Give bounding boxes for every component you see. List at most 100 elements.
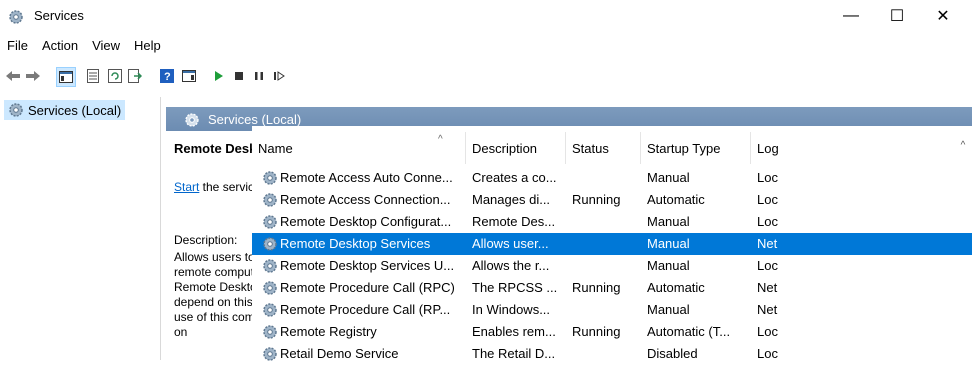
table-row[interactable]: Remote Desktop Services Allows user... Man… (252, 233, 972, 255)
column-header-status[interactable]: Status (566, 132, 641, 164)
services-gear-icon (9, 103, 23, 117)
table-row[interactable]: Retail Demo Service The Retail D... Disabl… (252, 343, 972, 365)
cell-startup-type: Manual (647, 302, 690, 317)
cell-description: In Windows... (472, 302, 551, 317)
stop-service-icon[interactable] (230, 67, 248, 85)
service-gear-icon (262, 192, 278, 211)
menu-view[interactable]: View (85, 38, 127, 53)
cell-name: Remote Desktop Configurat... (280, 214, 452, 229)
pane-title: Services (Local) (208, 112, 302, 127)
table-row[interactable]: Remote Desktop Configurat... Remote Des..… (252, 211, 972, 233)
column-header-startup-type[interactable]: Startup Type (641, 132, 751, 164)
svg-text:?: ? (164, 71, 171, 83)
cell-log-on-as: Loc (757, 214, 778, 229)
table-row[interactable]: Remote Registry Enables rem... Running Auto… (252, 321, 972, 343)
cell-log-on-as: Loc (757, 258, 778, 273)
back-arrow-icon[interactable] (4, 67, 22, 85)
cell-name: Remote Desktop Services (280, 236, 431, 251)
service-gear-icon (262, 214, 278, 233)
cell-name: Remote Access Connection... (280, 192, 451, 207)
help-icon[interactable]: ? (158, 67, 176, 85)
cell-name: Remote Access Auto Conne... (280, 170, 453, 185)
cell-description: Allows user... (472, 236, 549, 251)
restart-service-icon[interactable] (270, 67, 288, 85)
show-hide-console-tree-icon[interactable] (56, 67, 76, 87)
description-label: Description: (174, 233, 238, 247)
column-header-startup-type-label: Startup Type (647, 140, 721, 156)
column-header-description-label: Description (472, 140, 538, 156)
cell-log-on-as: Loc (757, 170, 778, 185)
column-header-status-label: Status (572, 140, 609, 156)
export-list-icon[interactable] (126, 67, 144, 85)
tree-item-label: Services (Local) (28, 102, 122, 118)
cell-description: Enables rem... (472, 324, 556, 339)
services-gear-icon (185, 113, 199, 127)
show-hide-action-pane-icon[interactable] (180, 67, 198, 85)
refresh-icon[interactable] (106, 67, 124, 85)
menu-file[interactable]: File (0, 38, 35, 53)
table-row[interactable]: Remote Procedure Call (RPC) The RPCSS ...… (252, 277, 972, 299)
service-gear-icon (262, 170, 278, 189)
table-row[interactable]: Remote Access Auto Conne... Creates a co.… (252, 167, 972, 189)
cell-startup-type: Manual (647, 258, 690, 273)
services-gear-icon (9, 10, 23, 24)
toolbar: ? (0, 66, 972, 88)
column-header-name[interactable]: Name ^ (252, 132, 466, 164)
cell-startup-type: Manual (647, 214, 690, 229)
cell-status: Running (572, 324, 621, 339)
title-bar: Services — ☐ ✕ (0, 0, 972, 32)
service-gear-icon (262, 236, 278, 255)
cell-name: Remote Procedure Call (RP... (280, 302, 451, 317)
cell-log-on-as: Net (757, 302, 778, 317)
service-gear-icon (262, 346, 278, 365)
service-gear-icon (262, 280, 278, 299)
column-header-name-label: Name (258, 140, 293, 156)
cell-startup-type: Automatic (T... (647, 324, 731, 339)
table-row[interactable]: Remote Procedure Call (RP... In Windows..… (252, 299, 972, 321)
cell-startup-type: Manual (647, 236, 690, 251)
column-header-description[interactable]: Description (466, 132, 566, 164)
forward-arrow-icon[interactable] (24, 67, 42, 85)
service-gear-icon (262, 324, 278, 343)
service-gear-icon (262, 258, 278, 277)
cell-status: Running (572, 192, 621, 207)
cell-name: Remote Registry (280, 324, 377, 339)
cell-name: Remote Procedure Call (RPC) (280, 280, 455, 295)
cell-log-on-as: Loc (757, 346, 778, 361)
cell-startup-type: Automatic (647, 192, 705, 207)
cell-name: Retail Demo Service (280, 346, 399, 361)
cell-log-on-as: Loc (757, 192, 778, 207)
menu-action[interactable]: Action (35, 38, 85, 53)
cell-log-on-as: Net (757, 280, 778, 295)
cell-log-on-as: Net (757, 236, 778, 251)
cell-name: Remote Desktop Services U... (280, 258, 455, 273)
sort-ascending-icon: ^ (438, 134, 443, 145)
start-service-link[interactable]: Start (174, 180, 199, 194)
table-row[interactable]: Remote Access Connection... Manages di...… (252, 189, 972, 211)
cell-description: Creates a co... (472, 170, 557, 185)
window-title: Services (34, 8, 84, 23)
cell-startup-type: Manual (647, 170, 690, 185)
table-row[interactable]: Remote Desktop Services U... Allows the r… (252, 255, 972, 277)
service-gear-icon (262, 302, 278, 321)
close-button[interactable]: ✕ (920, 0, 966, 32)
cell-description: Manages di... (472, 192, 551, 207)
cell-log-on-as: Loc (757, 324, 778, 339)
scroll-up-icon[interactable]: ^ (956, 138, 970, 152)
start-service-icon[interactable] (210, 67, 228, 85)
menu-bar: File Action View Help (0, 32, 972, 58)
cell-status: Running (572, 280, 621, 295)
cell-description: Allows the r... (472, 258, 550, 273)
services-list: Name ^ Description Status Startup Type L… (252, 126, 972, 361)
properties-icon[interactable] (84, 67, 102, 85)
pause-service-icon[interactable] (250, 67, 268, 85)
column-header-log-on-as[interactable]: Log (751, 132, 972, 164)
cell-startup-type: Automatic (647, 280, 705, 295)
tree-item-services-local[interactable]: Services (Local) (4, 100, 126, 120)
minimize-button[interactable]: — (828, 0, 874, 32)
cell-description: The RPCSS ... (472, 280, 558, 295)
menu-help[interactable]: Help (127, 38, 168, 53)
maximize-button[interactable]: ☐ (874, 0, 920, 32)
cell-startup-type: Disabled (647, 346, 698, 361)
start-service-line: Start the service (174, 180, 261, 194)
